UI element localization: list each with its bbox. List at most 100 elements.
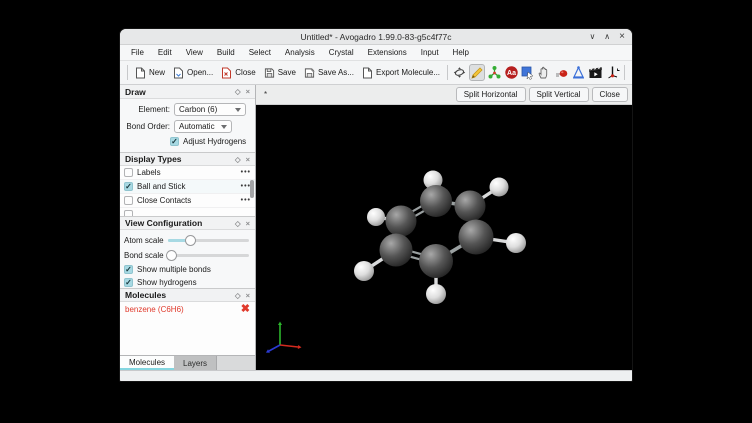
menu-file[interactable]: File [124, 46, 151, 59]
atom-carbon[interactable] [419, 244, 453, 278]
display-types-scrollbar[interactable] [250, 180, 254, 198]
close-panel-icon[interactable]: × [246, 219, 250, 228]
gl-viewport[interactable] [256, 105, 632, 370]
menu-extensions[interactable]: Extensions [361, 46, 414, 59]
export-molecule-button[interactable]: Export Molecule... [358, 65, 444, 81]
close-panel-icon[interactable]: × [246, 291, 250, 300]
window-title: Untitled* - Avogadro 1.99.0-83-g5c4f77c [300, 32, 451, 42]
measure-tool-button[interactable] [554, 64, 569, 81]
molecule-svg[interactable] [256, 105, 632, 370]
svg-text:Aa: Aa [507, 70, 516, 77]
float-panel-icon[interactable]: ◇ [235, 291, 241, 300]
labels-options-button[interactable]: ••• [241, 169, 251, 176]
draw-tool-button[interactable] [469, 64, 485, 81]
toolbar-separator [127, 65, 128, 80]
split-vertical-button[interactable]: Split Vertical [529, 87, 589, 102]
crystal-axes-tool-button[interactable] [605, 64, 620, 81]
close-contacts-options-button[interactable]: ••• [241, 197, 251, 204]
menu-help[interactable]: Help [446, 46, 476, 59]
maximize-icon[interactable]: ∧ [604, 33, 610, 41]
navigate-icon [452, 65, 467, 80]
atom-hydrogen[interactable] [367, 208, 385, 226]
atom-carbon[interactable] [459, 220, 494, 255]
clipped-row-checkbox[interactable] [124, 210, 133, 216]
main-area: Draw ◇ × Element: Carbon (6) Bond Order: [120, 85, 632, 370]
minimize-icon[interactable]: ∨ [589, 33, 595, 41]
display-type-row-ball-and-stick[interactable]: ✓ Ball and Stick ••• [120, 180, 255, 194]
left-dock: Draw ◇ × Element: Carbon (6) Bond Order: [120, 85, 256, 370]
tab-layers[interactable]: Layers [174, 356, 217, 370]
labels-checkbox[interactable] [124, 168, 133, 177]
open-button[interactable]: Open... [169, 65, 217, 81]
menu-input[interactable]: Input [414, 46, 446, 59]
close-icon[interactable]: × [619, 32, 625, 42]
save-as-button[interactable]: Save As... [300, 65, 358, 81]
menu-select[interactable]: Select [242, 46, 278, 59]
axis-x-arrow [280, 345, 298, 347]
title-bar[interactable]: Untitled* - Avogadro 1.99.0-83-g5c4f77c … [120, 29, 632, 45]
ball-and-stick-checkbox[interactable]: ✓ [124, 182, 133, 191]
animation-tool-button[interactable] [588, 64, 603, 81]
atom-hydrogen[interactable] [426, 284, 446, 304]
close-button[interactable]: Close [217, 65, 259, 81]
axis-x-arrow-head [298, 345, 302, 349]
axis-y-arrow-head [278, 322, 282, 326]
element-combobox[interactable]: Carbon (6) [174, 103, 246, 116]
template-tool-button[interactable] [571, 64, 586, 81]
adjust-hydrogens-checkbox[interactable]: ✓ [170, 137, 179, 146]
atom-carbon[interactable] [386, 206, 417, 237]
view-config-panel: Atom scale Bond scale [120, 230, 255, 288]
float-panel-icon[interactable]: ◇ [235, 219, 241, 228]
molecule-list-item[interactable]: benzene (C6H6) ✖ [120, 302, 255, 317]
atom-hydrogen[interactable] [506, 233, 526, 253]
label-tool-button[interactable]: Aa [504, 64, 519, 81]
save-button[interactable]: Save [260, 65, 300, 81]
tab-molecules[interactable]: Molecules [120, 356, 174, 370]
display-type-row-labels[interactable]: Labels ••• [120, 166, 255, 180]
display-types-list: Labels ••• ✓ Ball and Stick ••• Close Co… [120, 166, 255, 216]
close-panel-icon[interactable]: × [246, 87, 250, 96]
float-panel-icon[interactable]: ◇ [235, 87, 241, 96]
show-multiple-bonds-label: Show multiple bonds [137, 265, 211, 274]
close-contacts-checkbox[interactable] [124, 196, 133, 205]
close-panel-icon[interactable]: × [246, 155, 250, 164]
select-tool-button[interactable] [521, 64, 535, 81]
bond-scale-slider[interactable] [168, 250, 251, 261]
atom-carbon[interactable] [380, 234, 413, 267]
main-toolbar: New Open... Close Save Save As... Export… [120, 61, 632, 85]
split-horizontal-button[interactable]: Split Horizontal [456, 87, 526, 102]
atom-carbon[interactable] [420, 185, 452, 217]
view-header: * Split Horizontal Split Vertical Close [256, 85, 632, 105]
status-bar [120, 370, 632, 381]
template-icon [571, 65, 586, 80]
toolbar-separator [447, 65, 448, 80]
menu-build[interactable]: Build [210, 46, 242, 59]
delete-molecule-icon[interactable]: ✖ [241, 305, 250, 314]
manipulate-tool-button[interactable] [537, 64, 552, 81]
bond-order-combobox[interactable]: Automatic [174, 120, 232, 133]
atom-scale-slider[interactable] [168, 235, 251, 246]
adjust-hydrogens-label: Adjust Hydrogens [183, 137, 246, 146]
navigate-tool-button[interactable] [452, 64, 467, 81]
display-type-row-close-contacts[interactable]: Close Contacts ••• [120, 194, 255, 208]
slider-knob[interactable] [185, 235, 196, 246]
show-multiple-bonds-checkbox[interactable]: ✓ [124, 265, 133, 274]
atom-carbon[interactable] [455, 191, 486, 222]
dock-tab-bar: Molecules Layers [120, 355, 255, 370]
menu-view[interactable]: View [179, 46, 210, 59]
draw-panel-header: Draw ◇ × [120, 85, 255, 99]
menu-crystal[interactable]: Crystal [322, 46, 361, 59]
new-button[interactable]: New [131, 65, 169, 81]
menu-analysis[interactable]: Analysis [278, 46, 322, 59]
menu-edit[interactable]: Edit [151, 46, 179, 59]
display-type-row-clipped[interactable] [120, 208, 255, 216]
view-tab-label: * [260, 90, 271, 99]
toolbar-separator [624, 65, 625, 80]
float-panel-icon[interactable]: ◇ [235, 155, 241, 164]
slider-knob[interactable] [166, 250, 177, 261]
atom-hydrogen[interactable] [354, 261, 374, 281]
show-hydrogens-checkbox[interactable]: ✓ [124, 278, 133, 287]
insert-fragment-tool-button[interactable] [487, 64, 502, 81]
atom-hydrogen[interactable] [490, 178, 509, 197]
view-close-button[interactable]: Close [592, 87, 628, 102]
